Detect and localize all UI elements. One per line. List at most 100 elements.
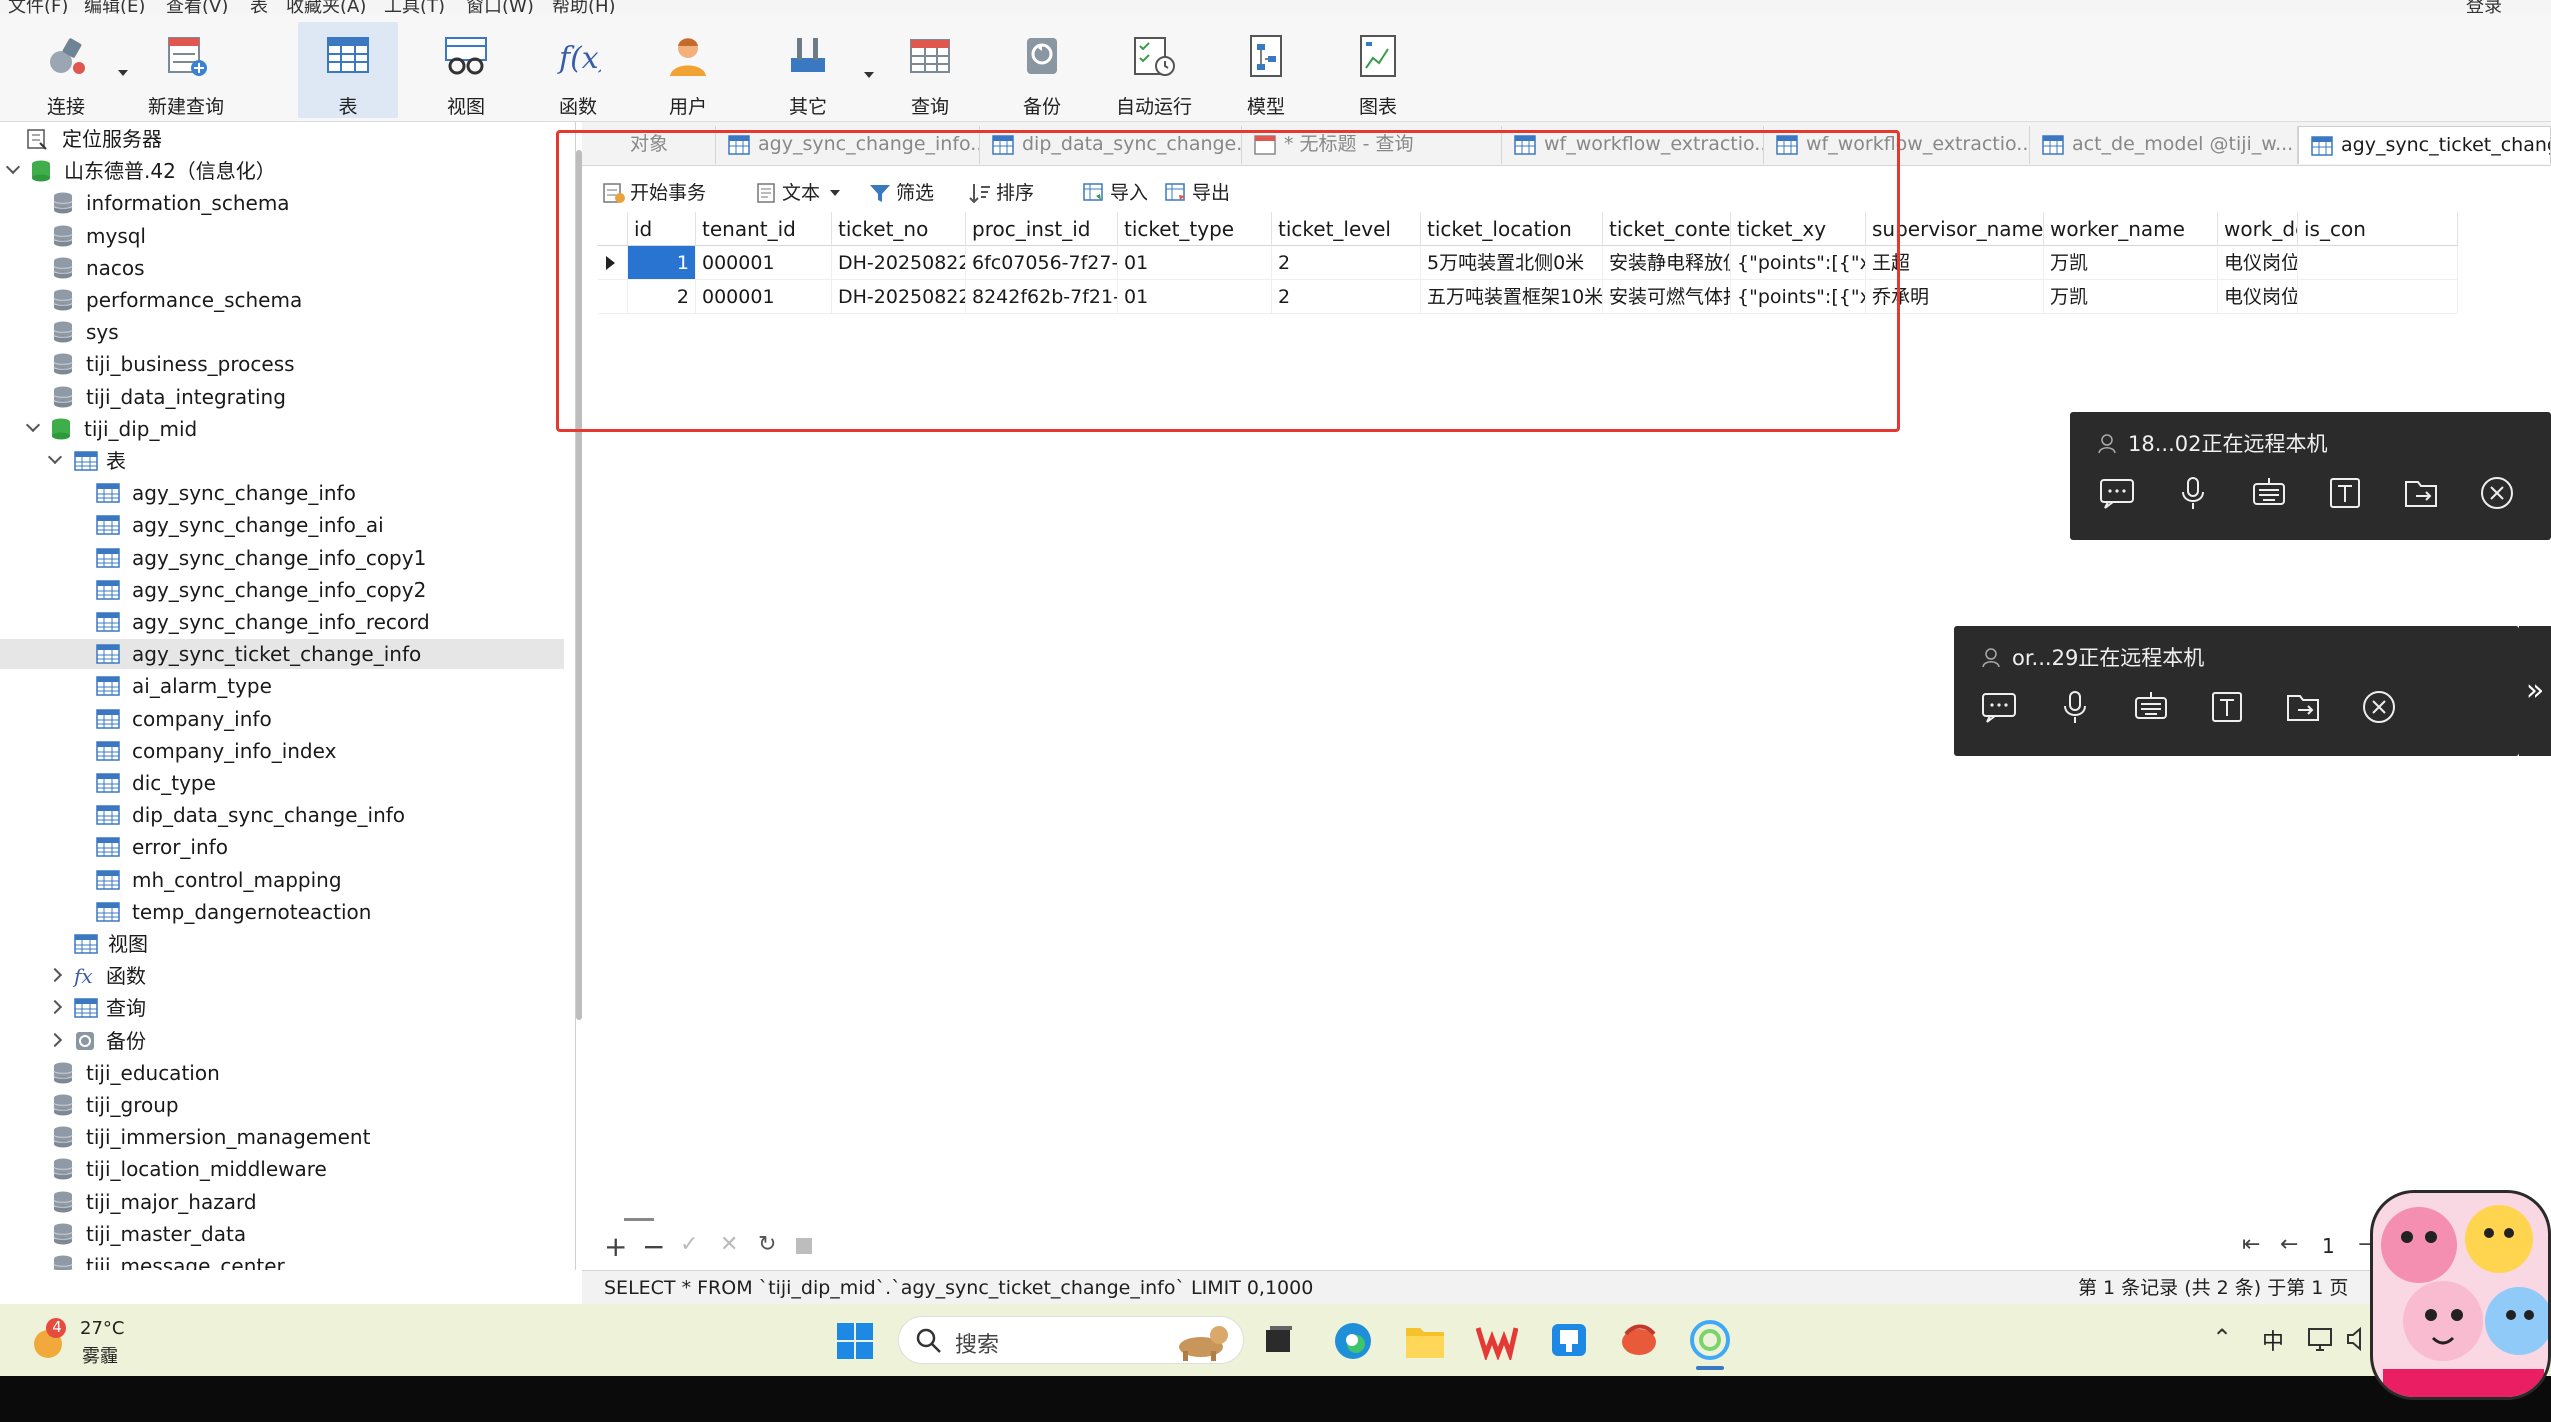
function-button[interactable]: f(x) 函数	[528, 22, 628, 118]
plug-icon	[50, 38, 85, 74]
file-explorer-icon[interactable]	[1404, 1322, 1446, 1360]
discard-changes-icon[interactable]: ✕	[720, 1232, 738, 1257]
chart-button[interactable]: 图表	[1328, 22, 1428, 118]
chat-app-icon[interactable]	[1548, 1320, 1590, 1360]
taskbar-search[interactable]: 搜索	[898, 1316, 1244, 1364]
tree-node-label: company_info_index	[132, 738, 337, 763]
column-header-work_dept_name[interactable]: work_dept_name	[2218, 212, 2298, 246]
table-cell-is_con[interactable]	[2298, 246, 2458, 280]
keyboard-icon[interactable]	[2132, 688, 2170, 726]
delete-record-icon[interactable]: −	[642, 1230, 665, 1263]
prev-page-icon[interactable]: ←	[2280, 1232, 2298, 1257]
view-button[interactable]: 视图	[416, 22, 516, 118]
first-page-icon[interactable]: ⇤	[2242, 1232, 2260, 1257]
tab-6[interactable]: act_de_model @tiji_w...	[2030, 126, 2298, 164]
table-button[interactable]: 表	[298, 22, 398, 118]
menu-file[interactable]: 文件(F)	[8, 0, 68, 14]
keyboard-icon[interactable]	[2250, 474, 2288, 512]
microphone-icon[interactable]	[2174, 474, 2212, 512]
query-button[interactable]: 查询	[880, 22, 980, 118]
tree-table-agy_sync_ticket_change_info[interactable]: agy_sync_ticket_change_info	[0, 639, 564, 670]
database-icon	[52, 352, 74, 376]
tab-7[interactable]: agy_sync_ticket_chang...	[2298, 126, 2551, 164]
task-view-icon[interactable]	[1262, 1324, 1296, 1358]
text-box-icon[interactable]	[2326, 474, 2364, 512]
table-cell-is_con[interactable]	[2298, 280, 2458, 314]
ime-indicator[interactable]: 中	[2262, 1324, 2284, 1356]
file-transfer-icon[interactable]	[2402, 474, 2440, 512]
table-icon	[2311, 136, 2333, 156]
chevron-right-icon[interactable]	[47, 1032, 63, 1047]
object-tree: 定位服务器 山东德普.42（信息化） information_schema mysql…	[0, 122, 576, 1270]
menu-bar: 文件(F) 编辑(E) 查看(V) 表 收藏夹(A) 工具(T) 窗口(W) 帮…	[0, 0, 2551, 14]
backup-button[interactable]: 备份	[992, 22, 1092, 118]
chevron-down-icon[interactable]	[25, 417, 41, 432]
chat-icon[interactable]	[2098, 474, 2136, 512]
add-record-icon[interactable]: +	[604, 1230, 627, 1263]
database-icon	[52, 1061, 74, 1085]
file-transfer-icon[interactable]	[2284, 688, 2322, 726]
menu-favorites[interactable]: 收藏夹(A)	[286, 0, 366, 14]
start-icon[interactable]	[836, 1322, 874, 1360]
refresh-icon[interactable]: ↻	[758, 1232, 776, 1257]
menu-edit[interactable]: 编辑(E)	[84, 0, 145, 14]
microphone-icon[interactable]	[2056, 688, 2094, 726]
close-icon[interactable]	[2478, 474, 2516, 512]
database-icon	[52, 191, 74, 215]
model-button[interactable]: 模型	[1216, 22, 1316, 118]
database-icon	[52, 320, 74, 344]
tray-overflow-icon[interactable]: ⌃	[2212, 1324, 2232, 1352]
automation-button[interactable]: 自动运行	[1104, 22, 1204, 118]
chevron-right-icon[interactable]	[47, 968, 63, 983]
taskbar: 4 27°C 雾霾 搜索 ⌃ 中	[0, 1304, 2551, 1376]
chevron-down-icon[interactable]	[118, 70, 128, 76]
table-cell-worker_name[interactable]: 万凯	[2044, 280, 2218, 314]
stop-icon[interactable]	[796, 1238, 812, 1254]
chat-icon[interactable]	[1980, 688, 2018, 726]
apply-changes-icon[interactable]: ✓	[680, 1232, 698, 1257]
tree-node-label: 备份	[106, 1028, 146, 1053]
column-header-is_con[interactable]: is_con	[2298, 212, 2458, 246]
chevron-right-icon[interactable]	[47, 1000, 63, 1015]
menu-window[interactable]: 窗口(W)	[466, 0, 534, 14]
menu-help[interactable]: 帮助(H)	[552, 0, 616, 14]
tree-node-label: error_info	[132, 835, 228, 860]
splitter-handle[interactable]	[624, 1218, 654, 1221]
navicat-icon[interactable]	[1688, 1318, 1732, 1362]
function-icon: f(x)	[557, 41, 601, 76]
table-cell-worker_name[interactable]: 万凯	[2044, 246, 2218, 280]
text-box-icon[interactable]	[2208, 688, 2246, 726]
new-query-button[interactable]: 新建查询	[136, 22, 236, 118]
remote-desktop-app-icon[interactable]	[1618, 1320, 1660, 1360]
page-number[interactable]: 1	[2322, 1234, 2335, 1258]
weather-icon[interactable]: 4	[28, 1316, 74, 1362]
backup-icon	[74, 1029, 96, 1053]
query-label: 查询	[910, 96, 949, 118]
menu-table[interactable]: 表	[250, 0, 268, 14]
volume-icon[interactable]	[2346, 1326, 2368, 1352]
chevron-down-icon[interactable]	[5, 160, 21, 175]
table-cell-work_dept_name[interactable]: 电仪岗位	[2218, 246, 2298, 280]
table-cell-work_dept_name[interactable]: 电仪岗位	[2218, 280, 2298, 314]
close-icon[interactable]	[2360, 688, 2398, 726]
search-placeholder: 搜索	[955, 1333, 1000, 1358]
chevron-down-icon[interactable]	[864, 72, 874, 78]
table-icon	[96, 482, 120, 504]
wps-office-icon[interactable]	[1476, 1322, 1518, 1360]
edge-browser-icon[interactable]	[1332, 1320, 1374, 1362]
user-button[interactable]: 用户	[638, 22, 738, 118]
tables-folder-icon	[74, 450, 98, 472]
new-query-label: 新建查询	[147, 96, 224, 118]
connect-button[interactable]: 连接	[16, 22, 128, 118]
other-button[interactable]: 其它	[758, 22, 874, 118]
chevron-down-icon[interactable]	[47, 449, 63, 465]
tree-node-label: agy_sync_change_info_copy2	[132, 577, 427, 602]
table-icon	[2042, 135, 2064, 155]
tree-node-label: dic_type	[132, 771, 216, 795]
network-icon[interactable]	[2306, 1326, 2334, 1352]
menu-tools[interactable]: 工具(T)	[384, 0, 445, 14]
menu-view[interactable]: 查看(V)	[166, 0, 228, 14]
login-link[interactable]: 登录	[2466, 0, 2502, 14]
expand-panel-icon[interactable]: »	[2519, 626, 2551, 756]
column-header-worker_name[interactable]: worker_name	[2044, 212, 2218, 246]
